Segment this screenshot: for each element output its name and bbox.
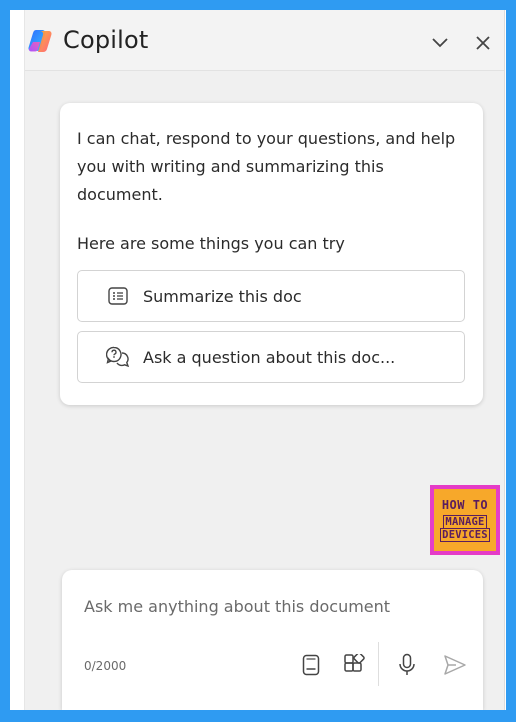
notebook-icon — [302, 654, 320, 676]
notebook-button[interactable] — [298, 652, 324, 678]
watermark-line: DEVICES — [440, 528, 490, 542]
screenshot-frame: Copilot I can chat, respond to your ques… — [10, 10, 506, 710]
suggestion-summarize-doc[interactable]: Summarize this doc — [77, 270, 465, 322]
watermark-line: MANAGE — [443, 515, 487, 529]
toolbar-divider — [378, 642, 379, 686]
apps-icon — [344, 654, 365, 672]
watermark-line: HOW TO — [441, 498, 489, 512]
list-document-icon — [105, 283, 131, 309]
prompt-input[interactable] — [84, 597, 454, 616]
chat-question-icon — [105, 344, 131, 370]
microphone-icon — [399, 653, 415, 675]
try-heading: Here are some things you can try — [77, 234, 345, 253]
copilot-pane: Copilot I can chat, respond to your ques… — [24, 10, 505, 710]
collapse-button[interactable] — [429, 32, 451, 54]
apps-button[interactable] — [341, 652, 367, 678]
welcome-card: I can chat, respond to your questions, a… — [60, 103, 483, 405]
welcome-intro-text: I can chat, respond to your questions, a… — [77, 129, 456, 204]
pane-title: Copilot — [63, 26, 149, 54]
send-icon — [444, 655, 466, 675]
copilot-logo-icon — [28, 30, 52, 52]
close-icon — [476, 36, 490, 50]
compose-box: 0/2000 — [62, 570, 483, 710]
watermark-logo: HOW TO MANAGE DEVICES — [430, 485, 500, 555]
microphone-button[interactable] — [394, 652, 420, 678]
suggestion-label: Ask a question about this doc... — [143, 347, 396, 367]
suggestion-label: Summarize this doc — [143, 286, 302, 306]
send-button[interactable] — [442, 652, 468, 678]
chevron-down-icon — [432, 38, 448, 48]
pane-header: Copilot — [25, 10, 504, 71]
character-counter: 0/2000 — [84, 659, 127, 673]
close-button[interactable] — [472, 32, 494, 54]
suggestion-ask-question[interactable]: Ask a question about this doc... — [77, 331, 465, 383]
